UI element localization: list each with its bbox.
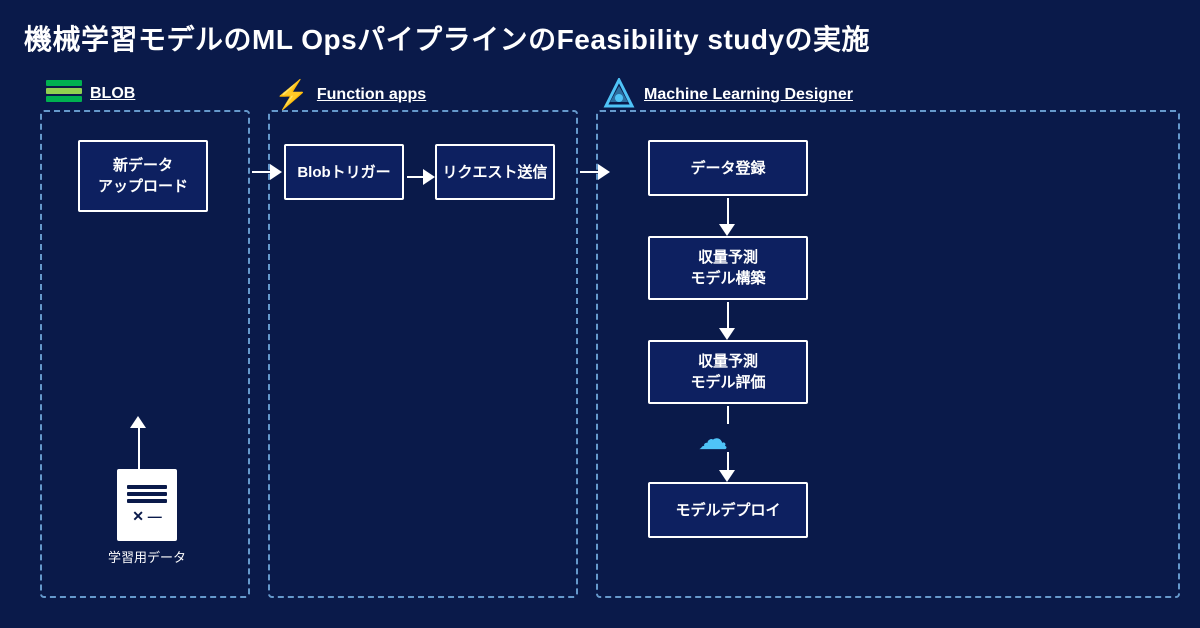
doc-shape: ✕ — [117, 469, 177, 541]
section-func: ⚡ Function apps Blobトリガー リクエスト送信 [268, 110, 578, 598]
arrow-func-internal [407, 169, 435, 185]
func-link[interactable]: Function apps [317, 86, 426, 104]
arrow-v-2 [727, 302, 729, 330]
arrowhead-down-1 [719, 224, 735, 236]
cloud-icon: ☁ [698, 422, 728, 457]
ml-link[interactable]: Machine Learning Designer [644, 86, 853, 104]
section-ml: Machine Learning Designer データ登録 収量予測 モデル… [596, 110, 1180, 598]
box-model-deploy: モデルデプロイ [648, 482, 808, 538]
blob-icon [46, 80, 82, 108]
arrowhead-up [130, 416, 146, 428]
arrowhead-down-3 [719, 470, 735, 482]
arrow-v-3b [727, 452, 729, 472]
func-section-label: ⚡ Function apps [274, 78, 426, 111]
doc-label: 学習用データ [108, 547, 186, 566]
box-blob-trigger: Blobトリガー [284, 144, 404, 200]
box-data-register: データ登録 [648, 140, 808, 196]
box-new-upload: 新データ アップロード [78, 140, 208, 212]
page-title: 機械学習モデルのML OpsパイプラインのFeasibility studyの実… [0, 0, 1200, 68]
section-blob: BLOB 新データ アップロード ✕ — 学習用データ [40, 110, 250, 598]
box-request-send: リクエスト送信 [435, 144, 555, 200]
doc-icon-group: ✕ — 学習用データ [108, 469, 186, 566]
ml-section-label: Machine Learning Designer [602, 78, 853, 112]
blob-section-label: BLOB [46, 80, 135, 108]
ml-designer-icon [602, 78, 636, 112]
lightning-icon: ⚡ [274, 78, 309, 111]
arrow-v-1 [727, 198, 729, 226]
box-model-build: 収量予測 モデル構築 [648, 236, 808, 300]
diagram-area: BLOB 新データ アップロード ✕ — 学習用データ ⚡ Func [20, 80, 1180, 618]
blob-link[interactable]: BLOB [90, 85, 135, 103]
arrowhead-down-2 [719, 328, 735, 340]
box-model-eval: 収量予測 モデル評価 [648, 340, 808, 404]
